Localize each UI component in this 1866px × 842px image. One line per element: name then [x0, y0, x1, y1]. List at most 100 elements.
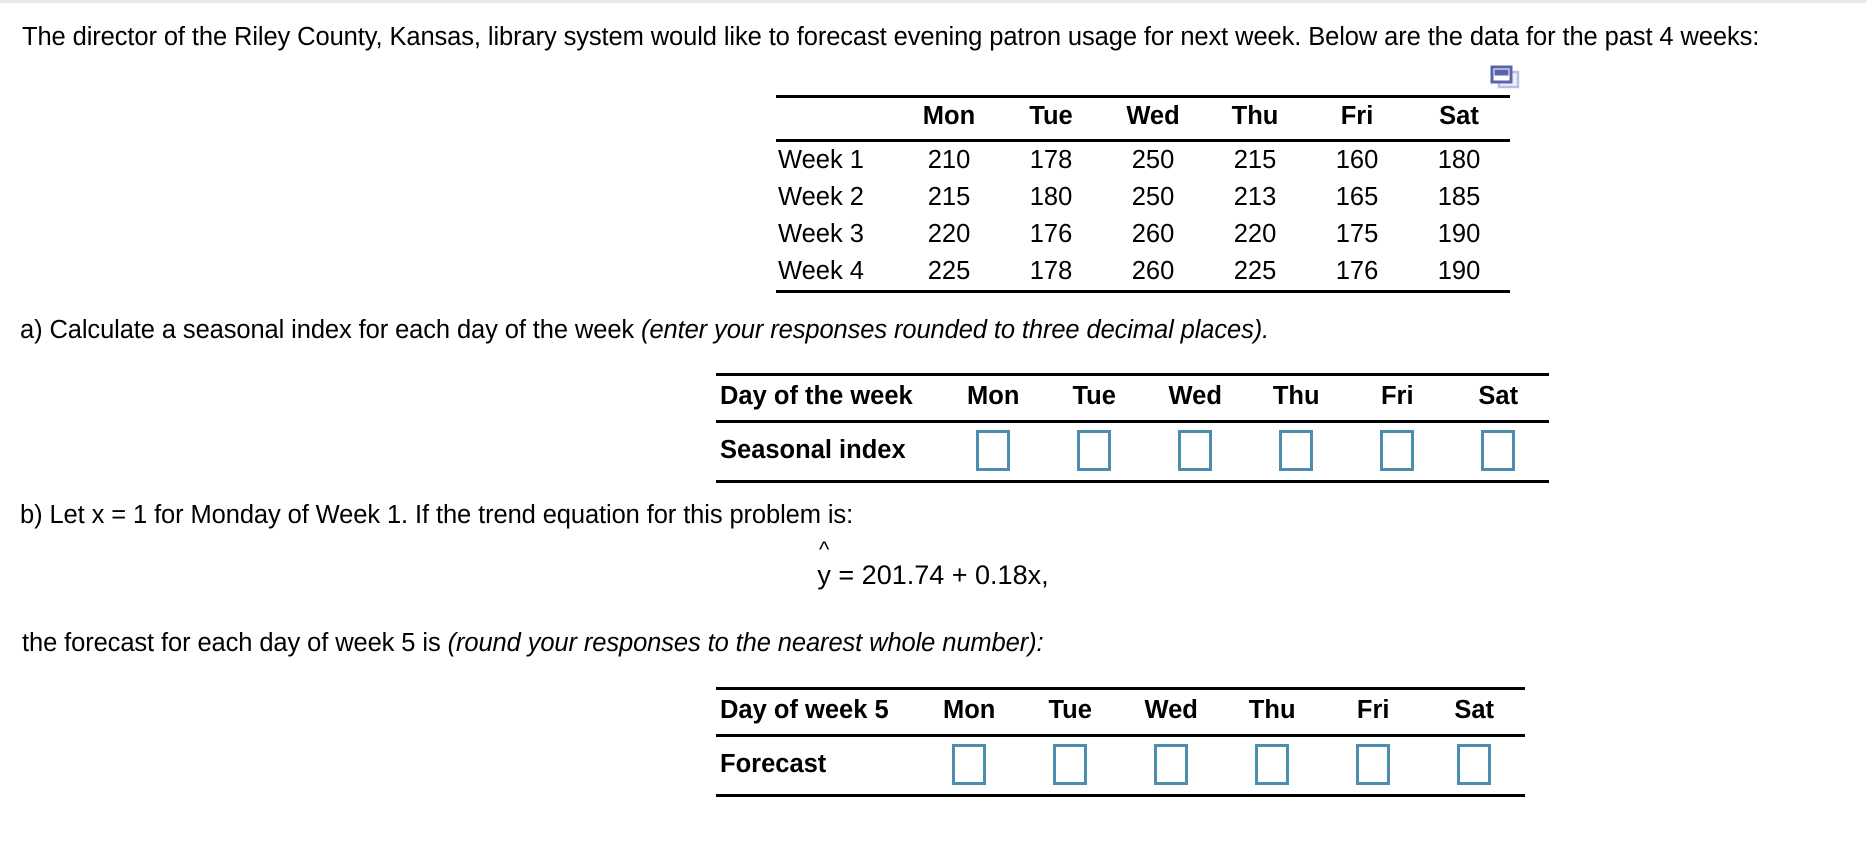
forecast-column-header-mon: Mon	[918, 687, 1020, 737]
cell-week1-tue: 178	[1029, 146, 1073, 174]
seasonal-input-cell-thu	[1245, 421, 1347, 483]
forecast-input-fri[interactable]	[1356, 744, 1391, 785]
forecast-prompt: the forecast for each day of week 5 is (…	[22, 628, 1044, 660]
copy-window-icon[interactable]	[1490, 65, 1524, 91]
part-a-prompt: a) Calculate a seasonal index for each d…	[20, 315, 1269, 347]
forecast-input-cell-fri	[1322, 735, 1424, 797]
column-header-wed: Wed	[1102, 95, 1204, 142]
seasonal-column-header-mon: Mon	[942, 373, 1044, 423]
cell-week3-sat: 190	[1437, 220, 1481, 248]
forecast-header-label: Day of week 5	[716, 687, 919, 737]
table-header-row: Day of the week Mon Tue Wed Thu Fri Sat	[716, 373, 1549, 423]
worksheet-page: The director of the Riley County, Kansas…	[0, 0, 1866, 842]
forecast-input-cell-sat	[1423, 735, 1525, 797]
y-hat-symbol: ^ y	[817, 539, 831, 591]
seasonal-index-input-wed[interactable]	[1178, 430, 1213, 471]
equation-variable: y	[817, 560, 831, 590]
cell-week1-wed: 250	[1131, 146, 1175, 174]
weeks-data-table: Mon Tue Wed Thu Fri Sat Week 1 210 178 2…	[776, 95, 1510, 293]
caret-accent-icon: ^	[818, 537, 830, 562]
cell-week1-thu: 215	[1233, 146, 1277, 174]
seasonal-column-header-sat: Sat	[1447, 373, 1549, 423]
cell-week3-thu: 220	[1233, 220, 1277, 248]
seasonal-row-label: Seasonal index	[716, 421, 943, 483]
cell-week3-mon: 220	[927, 220, 971, 248]
row-label-week-1: Week 1	[778, 146, 864, 174]
column-header-fri: Fri	[1306, 95, 1408, 142]
corner-cell	[776, 95, 898, 142]
seasonal-input-cell-sat	[1447, 421, 1549, 483]
row-label-week-4: Week 4	[776, 253, 898, 293]
forecast-input-tue[interactable]	[1053, 744, 1088, 785]
forecast-input-thu[interactable]	[1255, 744, 1290, 785]
seasonal-input-cell-tue	[1043, 421, 1145, 483]
forecast-input-mon[interactable]	[952, 744, 987, 785]
seasonal-input-cell-mon	[942, 421, 1044, 483]
cell-week4-mon: 225	[898, 253, 1000, 293]
forecast-column-header-tue: Tue	[1019, 687, 1121, 737]
row-label-week-3: Week 3	[778, 220, 864, 248]
forecast-column-header-thu: Thu	[1221, 687, 1323, 737]
row-label-week-2: Week 2	[778, 183, 864, 211]
forecast-column-header-sat: Sat	[1423, 687, 1525, 737]
forecast-column-header-wed: Wed	[1120, 687, 1222, 737]
trend-equation: ^ y = 201.74 + 0.18x,	[0, 539, 1866, 591]
part-b-prompt: b) Let x = 1 for Monday of Week 1. If th…	[20, 501, 854, 529]
forecast-input-cell-thu	[1221, 735, 1323, 797]
cell-week1-sat: 180	[1437, 146, 1481, 174]
part-a-text-italic: (enter your responses rounded to three d…	[641, 316, 1270, 344]
cell-week2-fri: 165	[1335, 183, 1379, 211]
seasonal-index-input-mon[interactable]	[976, 430, 1011, 471]
cell-week4-fri: 176	[1306, 253, 1408, 293]
seasonal-index-input-tue[interactable]	[1077, 430, 1112, 471]
intro-paragraph: The director of the Riley County, Kansas…	[22, 23, 1760, 51]
table-header-row: Day of week 5 Mon Tue Wed Thu Fri Sat	[716, 687, 1525, 737]
seasonal-index-input-thu[interactable]	[1279, 430, 1314, 471]
forecast-text-italic: (round your responses to the nearest who…	[447, 629, 1044, 657]
seasonal-column-header-thu: Thu	[1245, 373, 1347, 423]
table-row: Forecast	[716, 735, 1525, 797]
cell-week4-wed: 260	[1102, 253, 1204, 293]
seasonal-input-cell-wed	[1144, 421, 1246, 483]
cell-week4-tue: 178	[1000, 253, 1102, 293]
column-header-sat: Sat	[1408, 95, 1510, 142]
forecast-input-cell-tue	[1019, 735, 1121, 797]
seasonal-index-input-sat[interactable]	[1481, 430, 1516, 471]
table-row: Week 2 215 180 250 213 165 185	[776, 179, 1510, 216]
column-header-thu: Thu	[1204, 95, 1306, 142]
forecast-input-cell-wed	[1120, 735, 1222, 797]
part-a-text-plain: a) Calculate a seasonal index for each d…	[20, 316, 642, 344]
seasonal-column-header-fri: Fri	[1346, 373, 1448, 423]
table-row: Seasonal index	[716, 421, 1549, 483]
seasonal-column-header-tue: Tue	[1043, 373, 1145, 423]
forecast-answer-table: Day of week 5 Mon Tue Wed Thu Fri Sat Fo…	[716, 687, 1525, 797]
column-header-tue: Tue	[1000, 95, 1102, 142]
seasonal-input-cell-fri	[1346, 421, 1448, 483]
table-header-row: Mon Tue Wed Thu Fri Sat	[776, 95, 1510, 142]
forecast-row-label: Forecast	[716, 735, 919, 797]
table-row: Week 4 225 178 260 225 176 190	[776, 253, 1510, 293]
cell-week3-fri: 175	[1335, 220, 1379, 248]
cell-week2-wed: 250	[1131, 183, 1175, 211]
equation-body: = 201.74 + 0.18x,	[830, 560, 1049, 590]
cell-week1-mon: 210	[927, 146, 971, 174]
seasonal-header-label: Day of the week	[716, 373, 943, 423]
cell-week4-sat: 190	[1408, 253, 1510, 293]
cell-week2-tue: 180	[1029, 183, 1073, 211]
table-row: Week 3 220 176 260 220 175 190	[776, 216, 1510, 253]
cell-week2-thu: 213	[1233, 183, 1277, 211]
seasonal-index-table: Day of the week Mon Tue Wed Thu Fri Sat …	[716, 373, 1549, 483]
forecast-input-sat[interactable]	[1457, 744, 1492, 785]
forecast-text-plain: the forecast for each day of week 5 is	[22, 629, 448, 657]
forecast-column-header-fri: Fri	[1322, 687, 1424, 737]
cell-week2-sat: 185	[1437, 183, 1481, 211]
column-header-mon: Mon	[898, 95, 1000, 142]
seasonal-index-input-fri[interactable]	[1380, 430, 1415, 471]
cell-week3-wed: 260	[1131, 220, 1175, 248]
cell-week2-mon: 215	[927, 183, 971, 211]
cell-week3-tue: 176	[1029, 220, 1073, 248]
forecast-input-wed[interactable]	[1154, 744, 1189, 785]
table-row: Week 1 210 178 250 215 160 180	[776, 141, 1510, 180]
forecast-input-cell-mon	[918, 735, 1020, 797]
cell-week4-thu: 225	[1204, 253, 1306, 293]
